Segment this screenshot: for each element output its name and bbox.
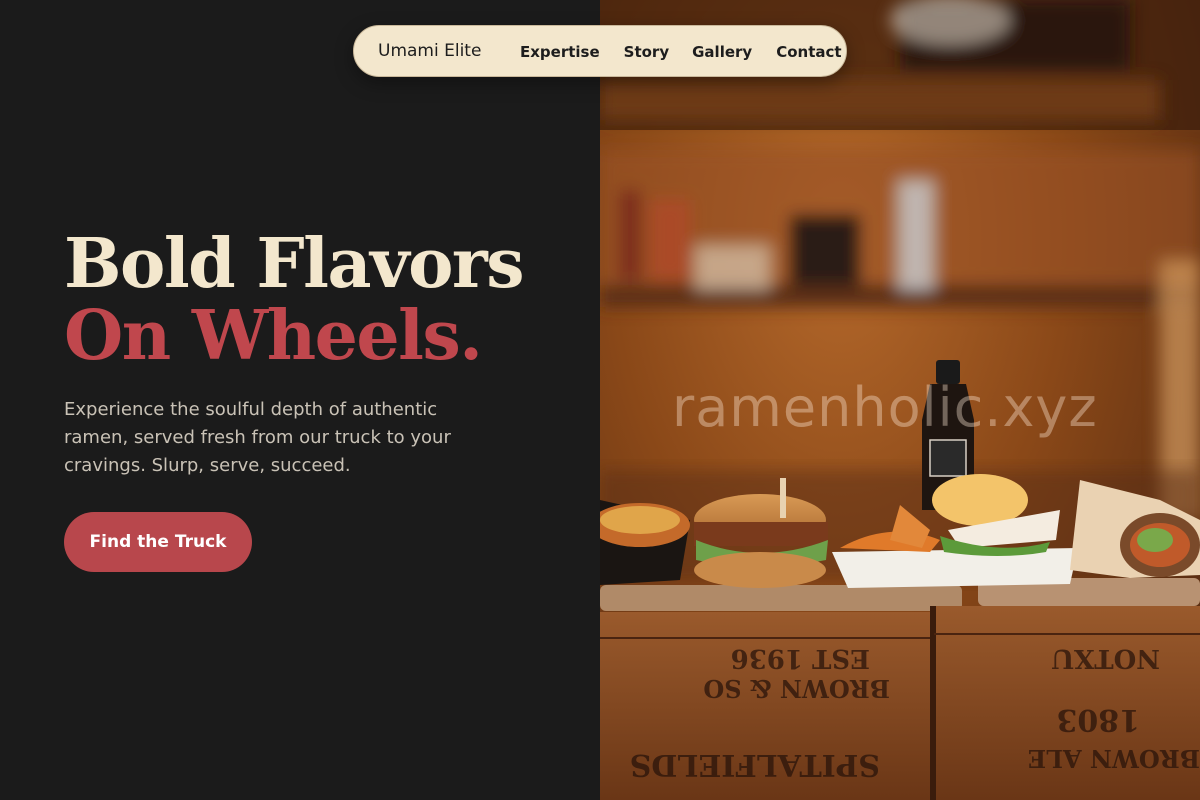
nav-links: Expertise Story Gallery Contact <box>520 43 842 61</box>
nav-link-story[interactable]: Story <box>624 43 669 61</box>
crate-text-3: SPITALFIELDS <box>630 747 880 782</box>
watermark-text: ramenholic.xyz <box>672 376 1098 439</box>
nav-link-gallery[interactable]: Gallery <box>692 43 752 61</box>
hero-title: Bold Flavors On Wheels. <box>64 224 525 376</box>
find-truck-button[interactable]: Find the Truck <box>64 512 252 572</box>
nav-link-contact[interactable]: Contact <box>776 43 841 61</box>
crate-text-6: BROWN ALE <box>1028 744 1200 773</box>
hero-title-line1: Bold Flavors <box>64 224 525 304</box>
crate-text-5: 1803 <box>1057 702 1141 737</box>
crate-text-1: EST 1936 <box>731 643 870 673</box>
crate-text-4: NOTXU <box>1051 643 1160 673</box>
nav-bar: Umami Elite Expertise Story Gallery Cont… <box>353 25 847 77</box>
brand-logo[interactable]: Umami Elite <box>378 41 481 61</box>
hero-subtitle: Experience the soulful depth of authenti… <box>64 399 451 476</box>
nav-link-expertise[interactable]: Expertise <box>520 43 600 61</box>
hero-title-line2: On Wheels. <box>64 296 483 376</box>
hero-panel: Bold Flavors On Wheels. Experience the s… <box>0 0 600 800</box>
crate-text-2: BROWN & SO <box>703 674 890 703</box>
